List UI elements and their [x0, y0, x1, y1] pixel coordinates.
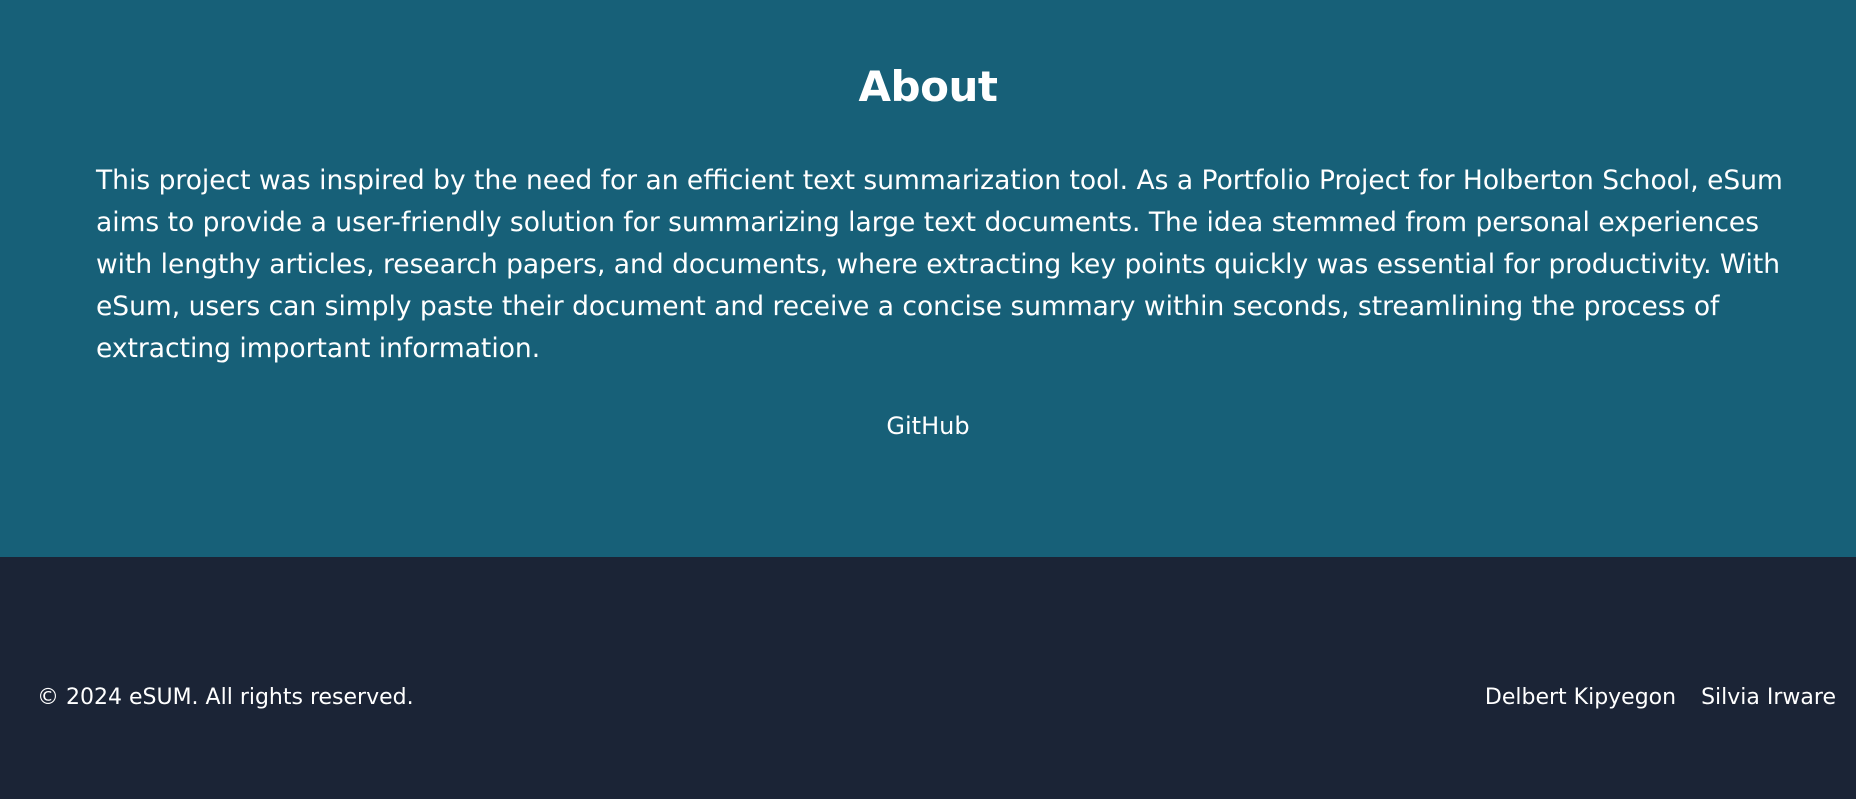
github-link[interactable]: GitHub [0, 410, 1856, 442]
about-description: This project was inspired by the need fo… [96, 165, 1783, 364]
author-link-silvia-irware[interactable]: Silvia Irware [1701, 683, 1836, 713]
footer: © 2024 eSUM. All rights reserved. Delber… [0, 557, 1856, 799]
author-links: Delbert Kipyegon Silvia Irware [1485, 683, 1836, 713]
about-title: About [858, 62, 998, 111]
author-link-delbert-kipyegon[interactable]: Delbert Kipyegon [1485, 683, 1676, 713]
copyright-text: © 2024 eSUM. All rights reserved. [37, 685, 414, 710]
about-section: About This project was inspired by the n… [0, 0, 1856, 557]
